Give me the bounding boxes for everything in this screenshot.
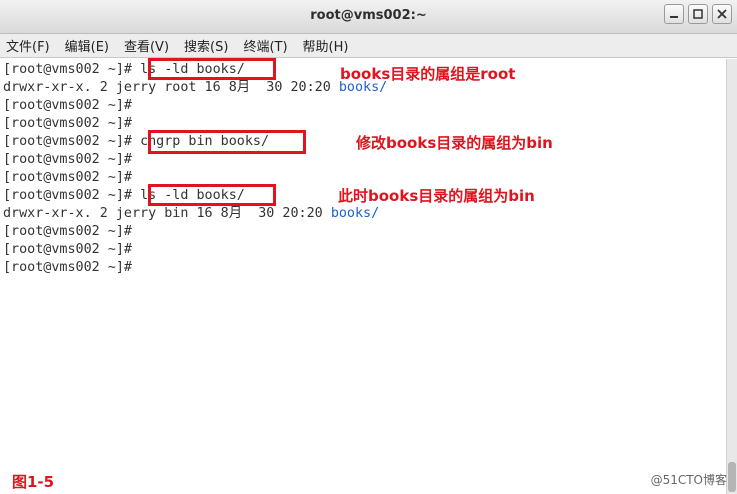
watermark: @51CTO博客 [650,473,727,487]
close-button[interactable] [712,4,732,24]
terminal-area[interactable]: [root@vms002 ~]# ls -ld books/ drwxr-xr-… [0,59,726,494]
terminal-line: [root@vms002 ~]# [3,151,140,169]
minimize-button[interactable] [664,4,684,24]
minimize-icon [670,16,678,18]
window-title: root@vms002:~ [310,8,427,23]
prompt: [root@vms002 ~]# [3,134,141,149]
highlight-box [148,184,276,206]
prompt: [root@vms002 ~]# [3,224,141,239]
terminal-output: drwxr-xr-x. 2 jerry root 16 8月 30 20:20 … [3,79,387,97]
terminal-line: [root@vms002 ~]# [3,223,140,241]
scrollbar-thumb[interactable] [728,462,736,492]
prompt: [root@vms002 ~]# [3,62,141,77]
prompt: [root@vms002 ~]# [3,242,141,257]
menu-edit[interactable]: 编辑(E) [65,36,109,55]
maximize-icon [693,9,703,19]
prompt: [root@vms002 ~]# [3,116,141,131]
menu-search[interactable]: 搜索(S) [184,36,228,55]
annotation-2: 修改books目录的属组为bin [356,134,553,152]
maximize-button[interactable] [688,4,708,24]
terminal-line: [root@vms002 ~]# [3,97,140,115]
figure-label: 图1-5 [12,473,55,491]
highlight-box [148,58,276,80]
highlight-box [148,130,306,154]
terminal-output: drwxr-xr-x. 2 jerry bin 16 8月 30 20:20 b… [3,205,379,223]
annotation-1: books目录的属组是root [340,65,516,83]
menu-terminal[interactable]: 终端(T) [243,36,287,55]
prompt: [root@vms002 ~]# [3,170,141,185]
window-controls [660,4,732,24]
listing: drwxr-xr-x. 2 jerry bin 16 8月 30 20:20 [3,206,331,221]
prompt: [root@vms002 ~]# [3,188,141,203]
prompt: [root@vms002 ~]# [3,260,141,275]
menu-view[interactable]: 查看(V) [124,36,169,55]
title-bar: root@vms002:~ [0,0,737,34]
directory-name: books/ [330,206,380,221]
scrollbar[interactable] [726,59,737,494]
terminal-line: [root@vms002 ~]# [3,241,140,259]
terminal-line: [root@vms002 ~]# [3,169,140,187]
prompt: [root@vms002 ~]# [3,152,141,167]
menu-file[interactable]: 文件(F) [6,36,50,55]
terminal-line: [root@vms002 ~]# [3,259,140,277]
terminal-line: [root@vms002 ~]# [3,115,140,133]
menu-help[interactable]: 帮助(H) [303,36,349,55]
listing: drwxr-xr-x. 2 jerry root 16 8月 30 20:20 [3,80,339,95]
annotation-3: 此时books目录的属组为bin [338,187,535,205]
prompt: [root@vms002 ~]# [3,98,141,113]
menu-bar: 文件(F) 编辑(E) 查看(V) 搜索(S) 终端(T) 帮助(H) [0,34,737,58]
close-icon [717,9,727,19]
